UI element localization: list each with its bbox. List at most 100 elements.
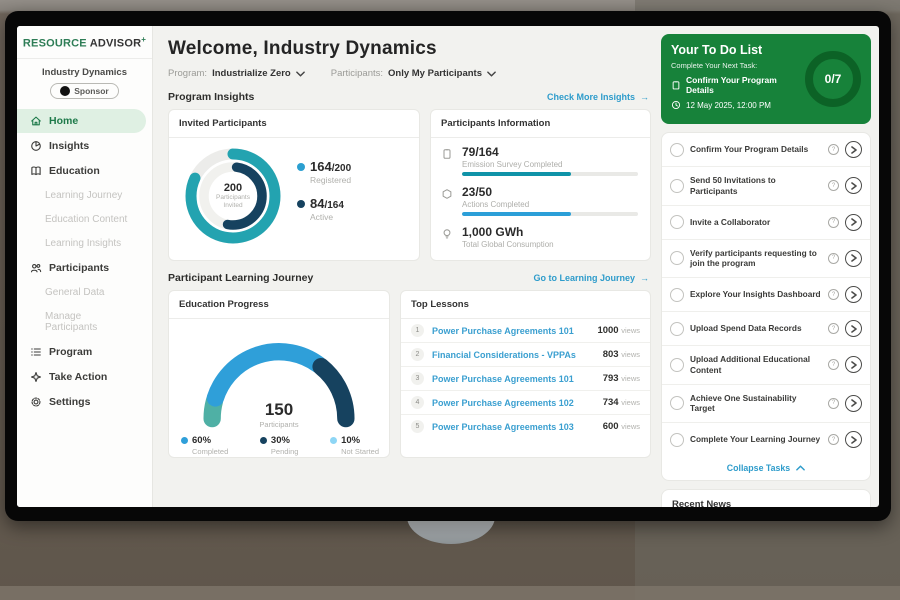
task-go-button[interactable] — [845, 177, 862, 194]
views-label: views — [621, 422, 640, 431]
task-row[interactable]: Upload Additional Educational Content ? — [662, 346, 870, 385]
invited-count: 200 — [224, 182, 242, 194]
sidebar-item-label: Take Action — [49, 371, 107, 383]
task-go-button[interactable] — [845, 395, 862, 412]
photo-background: RESOURCE ADVISOR+ Industry Dynamics Spon… — [0, 0, 900, 600]
lesson-link[interactable]: Power Purchase Agreements 102 — [432, 398, 595, 408]
task-row[interactable]: Achieve One Sustainability Target ? — [662, 385, 870, 424]
registered-legend-item: 164/200 Registered — [297, 159, 351, 185]
todo-progress-value: 0/7 — [825, 72, 842, 86]
task-row[interactable]: Invite a Collaborator ? — [662, 206, 870, 240]
sidebar-item-label: Insights — [49, 140, 89, 152]
gauge-legend: 60% Completed 30% Pending 10% Not Starte… — [169, 433, 389, 456]
task-label: Complete Your Learning Journey — [690, 434, 822, 445]
task-go-button[interactable] — [845, 214, 862, 231]
participants-icon — [30, 262, 42, 274]
lesson-link[interactable]: Power Purchase Agreements 101 — [432, 326, 589, 336]
sponsor-badge[interactable]: Sponsor — [50, 83, 118, 99]
insights-cards-row: Invited Participants 200 — [168, 109, 651, 261]
sidebar-item-learning-insights[interactable]: Learning Insights — [17, 232, 146, 255]
stat-label: Emission Survey Completed — [462, 160, 638, 169]
organization-name: Industry Dynamics — [17, 67, 152, 78]
home-icon — [30, 115, 42, 127]
recent-news-title: Recent News — [662, 490, 870, 507]
todo-panel: Your To Do List Complete Your Next Task:… — [661, 26, 879, 507]
legend-value: 10% — [341, 435, 360, 446]
task-checkbox[interactable] — [670, 433, 684, 447]
lesson-link[interactable]: Financial Considerations - VPPAs — [432, 350, 595, 360]
lesson-row: 2 Financial Considerations - VPPAs 803 v… — [401, 343, 650, 367]
clock-icon — [671, 100, 681, 110]
task-checkbox[interactable] — [670, 215, 684, 229]
sidebar-item-home[interactable]: Home — [17, 109, 146, 133]
sidebar-item-program[interactable]: Program — [17, 340, 146, 364]
progress-track — [462, 172, 638, 176]
progress-fill — [462, 212, 571, 216]
task-row[interactable]: Explore Your Insights Dashboard ? — [662, 278, 870, 312]
next-task-label: Confirm Your Program Details — [686, 75, 799, 95]
task-row[interactable]: Verify participants requesting to join t… — [662, 240, 870, 279]
sidebar-item-general-data[interactable]: General Data — [17, 281, 146, 304]
sidebar-item-manage-participants[interactable]: Manage Participants — [17, 305, 146, 339]
task-label: Send 50 Invitations to Participants — [690, 175, 822, 197]
pending-dot — [260, 437, 267, 444]
lesson-row: 1 Power Purchase Agreements 101 1000 vie… — [401, 319, 650, 343]
task-go-button[interactable] — [845, 356, 862, 373]
program-filter[interactable]: Program: Industrialize Zero — [168, 68, 305, 79]
main-content: Welcome, Industry Dynamics Program: Indu… — [153, 26, 661, 507]
todo-progress-ring: 0/7 — [805, 51, 861, 107]
lesson-link[interactable]: Power Purchase Agreements 103 — [432, 422, 595, 432]
task-label: Invite a Collaborator — [690, 217, 822, 228]
sidebar-item-insights[interactable]: Insights — [17, 134, 146, 158]
lesson-link[interactable]: Power Purchase Agreements 101 — [432, 374, 595, 384]
views-label: views — [621, 398, 640, 407]
info-icon: ? — [828, 323, 839, 334]
survey-icon — [441, 145, 454, 176]
check-more-insights-link[interactable]: Check More Insights → — [547, 92, 649, 102]
lesson-views: 734 — [603, 397, 619, 408]
views-label: views — [621, 374, 640, 383]
collapse-tasks-link[interactable]: Collapse Tasks — [662, 456, 870, 480]
task-checkbox[interactable] — [670, 143, 684, 157]
task-go-button[interactable] — [845, 141, 862, 158]
task-checkbox[interactable] — [670, 251, 684, 265]
task-row[interactable]: Send 50 Invitations to Participants ? — [662, 167, 870, 206]
task-row[interactable]: Confirm Your Program Details ? — [662, 133, 870, 167]
task-checkbox[interactable] — [670, 322, 684, 336]
task-checkbox[interactable] — [670, 396, 684, 410]
task-row[interactable]: Upload Spend Data Records ? — [662, 312, 870, 346]
completed-legend-item: 60% Completed — [181, 435, 228, 456]
info-icon: ? — [828, 289, 839, 300]
task-go-button[interactable] — [845, 431, 862, 448]
sidebar-item-education-content[interactable]: Education Content — [17, 208, 146, 231]
sidebar-item-label: Manage Participants — [45, 311, 136, 333]
info-icon: ? — [828, 253, 839, 264]
participants-filter[interactable]: Participants: Only My Participants — [331, 68, 496, 79]
sidebar-item-education[interactable]: Education — [17, 159, 146, 183]
info-icon: ? — [828, 434, 839, 445]
task-checkbox[interactable] — [670, 179, 684, 193]
task-checkbox[interactable] — [670, 288, 684, 302]
task-go-button[interactable] — [845, 286, 862, 303]
sidebar-item-take-action[interactable]: Take Action — [17, 365, 146, 389]
link-label: Check More Insights — [547, 92, 635, 102]
sidebar-item-learning-journey[interactable]: Learning Journey — [17, 184, 146, 207]
task-go-button[interactable] — [845, 320, 862, 337]
tasks-list: Confirm Your Program Details ? Send 50 I… — [661, 132, 871, 481]
registered-dot — [297, 163, 305, 171]
divider — [17, 58, 152, 59]
sidebar-item-participants[interactable]: Participants — [17, 256, 146, 280]
card-title: Top Lessons — [401, 291, 650, 319]
link-label: Go to Learning Journey — [533, 273, 635, 283]
go-to-learning-journey-link[interactable]: Go to Learning Journey → — [533, 273, 649, 283]
registered-total: /200 — [332, 163, 351, 174]
due-date-row: 12 May 2025, 12:00 PM — [671, 100, 799, 110]
recent-news-card: Recent News — [661, 489, 871, 507]
task-row[interactable]: Complete Your Learning Journey ? — [662, 423, 870, 456]
lesson-row: 3 Power Purchase Agreements 101 793 view… — [401, 367, 650, 391]
task-checkbox[interactable] — [670, 358, 684, 372]
task-go-button[interactable] — [845, 250, 862, 267]
due-date: 12 May 2025, 12:00 PM — [686, 101, 771, 110]
active-label: Active — [310, 212, 351, 222]
sidebar-item-settings[interactable]: Settings — [17, 390, 146, 414]
